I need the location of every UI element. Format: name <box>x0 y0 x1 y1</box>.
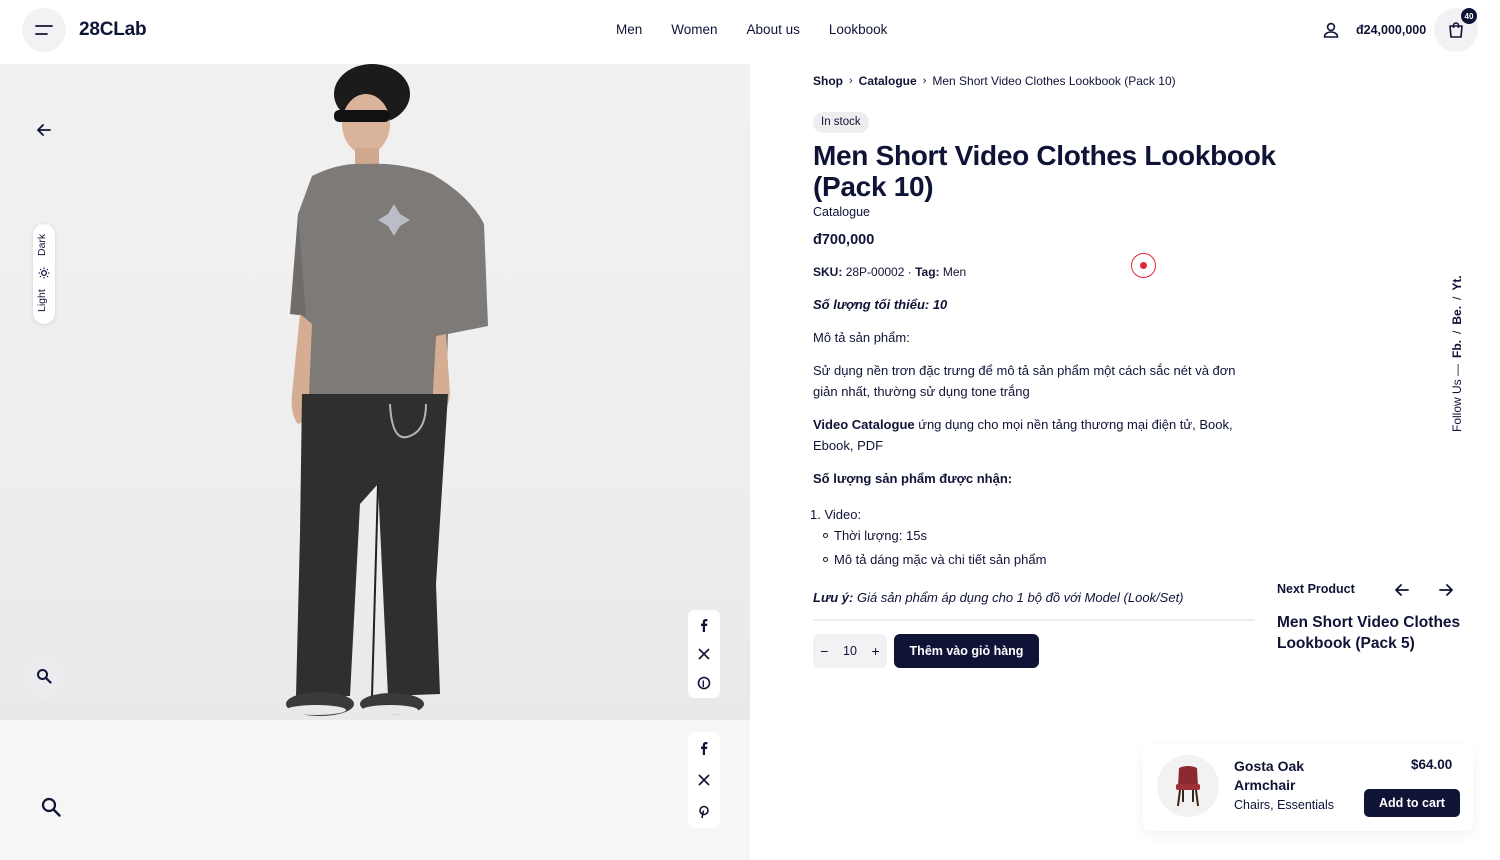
popup-product-categories: Chairs, Essentials <box>1234 798 1335 812</box>
add-to-cart-button[interactable]: Thêm vào giỏ hàng <box>894 634 1039 668</box>
plus-icon[interactable]: + <box>872 643 880 659</box>
zoom-button[interactable] <box>22 654 66 698</box>
popup-product-price: $64.00 <box>1411 757 1453 772</box>
divider <box>813 619 1255 621</box>
list-subitem: Mô tả dáng mặc và chi tiết sản phẩm <box>823 552 1046 567</box>
chevron-right-icon: › <box>922 75 927 87</box>
back-arrow-icon[interactable] <box>34 120 54 140</box>
search-icon[interactable] <box>40 796 62 818</box>
theme-toggle[interactable]: Dark Light <box>33 224 55 324</box>
shopping-bag-icon <box>1449 22 1463 38</box>
x-twitter-icon[interactable] <box>697 647 711 661</box>
min-quantity: Số lượng tối thiểu: 10 <box>813 297 948 312</box>
site-header: 28CLab Men Women About us Lookbook đ24,0… <box>0 0 1500 62</box>
cart-count-badge: 40 <box>1461 8 1477 24</box>
nav-item-lookbook[interactable]: Lookbook <box>829 22 888 37</box>
stock-badge: In stock <box>813 112 869 133</box>
price-note: Lưu ý: Giá sản phẩm áp dụng cho 1 bộ đồ … <box>813 587 1263 608</box>
minus-icon[interactable]: − <box>820 643 828 659</box>
share-bar-top <box>688 610 720 698</box>
site-logo[interactable]: 28CLab <box>79 19 147 41</box>
popup-add-to-cart-button[interactable]: Add to cart <box>1364 789 1460 817</box>
hamburger-icon <box>35 25 53 35</box>
quantity-stepper[interactable]: − 10 + <box>813 634 887 668</box>
theme-light-label[interactable]: Light <box>36 289 48 312</box>
product-meta: SKU: 28P-00002 · Tag: Men <box>813 265 967 279</box>
quantity-value[interactable]: 10 <box>843 644 857 658</box>
bullet-icon <box>823 557 828 562</box>
x-twitter-icon[interactable] <box>697 773 711 787</box>
nav-item-men[interactable]: Men <box>616 22 642 37</box>
list-subitem-text: Thời lượng: 15s <box>834 528 927 543</box>
pinterest-icon[interactable] <box>697 676 711 690</box>
breadcrumb-current: Men Short Video Clothes Lookbook (Pack 1… <box>932 74 1176 88</box>
breadcrumb-catalogue[interactable]: Catalogue <box>859 74 917 88</box>
product-photo[interactable] <box>0 64 750 720</box>
cart-total[interactable]: đ24,000,000 <box>1356 23 1426 37</box>
list-subitem-text: Mô tả dáng mặc và chi tiết sản phẩm <box>834 552 1047 567</box>
search-icon <box>37 669 52 684</box>
armchair-icon <box>1176 766 1200 807</box>
bullet-icon <box>823 533 828 538</box>
follow-us: Follow Us — Fb. / Be. / Yt. <box>1450 275 1464 432</box>
description-bold: Video Catalogue <box>813 417 915 432</box>
product-price: đ700,000 <box>813 232 875 248</box>
next-product-title[interactable]: Men Short Video Clothes Lookbook (Pack 5… <box>1277 612 1467 654</box>
product-thumbnail[interactable] <box>1157 755 1219 817</box>
tag-label: Tag: <box>915 265 940 279</box>
breadcrumb: Shop › Catalogue › Men Short Video Cloth… <box>813 74 1176 88</box>
main-nav: Men Women About us Lookbook <box>616 22 887 37</box>
nav-item-about-us[interactable]: About us <box>747 22 800 37</box>
sku-value: 28P-00002 <box>845 265 905 279</box>
description-paragraph-1: Sử dụng nền trơn đặc trưng để mô tả sản … <box>813 363 1236 399</box>
tag-link[interactable]: Men <box>943 265 966 279</box>
list-item: 1. Video: <box>810 507 862 522</box>
list-subitem: Thời lượng: 15s <box>823 528 927 543</box>
description-heading: Mô tả sản phẩm: <box>813 330 910 345</box>
product-title: Men Short Video Clothes Lookbook (Pack 1… <box>813 140 1276 202</box>
model-figure <box>286 64 488 716</box>
follow-separator: / <box>1450 330 1464 334</box>
next-product-label: Next Product <box>1277 582 1355 596</box>
sticky-cart-popup: Gosta Oak Armchair Chairs, Essentials $6… <box>1143 745 1473 831</box>
popup-product-name[interactable]: Gosta Oak Armchair <box>1234 757 1344 795</box>
sku-label: SKU: <box>813 265 843 279</box>
share-bar-bottom <box>688 732 720 828</box>
chevron-right-icon: › <box>849 75 853 87</box>
behance-link[interactable]: Be. <box>1450 306 1464 325</box>
facebook-icon[interactable] <box>697 741 711 755</box>
gallery-lower-panel <box>0 720 750 860</box>
follow-separator: / <box>1450 296 1464 300</box>
received-heading: Số lượng sản phẩm được nhận: <box>813 471 1013 486</box>
product-gallery: Dark Light <box>0 64 750 860</box>
product-category-link[interactable]: Catalogue <box>813 205 870 219</box>
nav-item-women[interactable]: Women <box>671 22 717 37</box>
arrow-right-icon[interactable] <box>1437 581 1455 599</box>
follow-label: Follow Us — <box>1450 363 1464 432</box>
description-paragraph-2: Video Catalogue ứng dụng cho mọi nền tản… <box>813 414 1263 456</box>
pinterest-icon[interactable] <box>697 805 711 819</box>
youtube-link[interactable]: Yt. <box>1450 275 1464 290</box>
menu-button[interactable] <box>22 8 66 52</box>
user-icon[interactable] <box>1321 20 1341 40</box>
record-icon[interactable] <box>1131 253 1156 278</box>
theme-dark-label[interactable]: Dark <box>36 234 48 256</box>
note-label: Lưu ý: <box>813 590 854 605</box>
facebook-icon[interactable] <box>697 618 711 632</box>
sun-icon <box>38 267 50 279</box>
facebook-link[interactable]: Fb. <box>1450 340 1464 358</box>
arrow-left-icon[interactable] <box>1393 581 1411 599</box>
breadcrumb-shop[interactable]: Shop <box>813 74 843 88</box>
note-text: Giá sản phẩm áp dụng cho 1 bộ đồ với Mod… <box>853 590 1184 605</box>
